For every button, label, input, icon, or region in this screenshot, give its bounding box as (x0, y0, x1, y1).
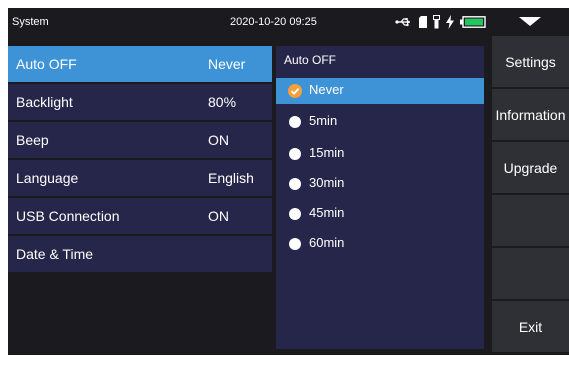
setting-label: Backlight (16, 94, 73, 110)
exit-button[interactable]: Exit (492, 301, 569, 352)
sd-card-icon (419, 16, 427, 28)
option-45min[interactable]: 45min (276, 201, 484, 227)
option-label: 15min (309, 145, 345, 160)
radio-icon (289, 148, 301, 160)
side-menu: Settings Information Upgrade Exit (492, 36, 569, 354)
radio-icon (289, 208, 301, 220)
chevron-down-icon (519, 17, 541, 26)
option-60min[interactable]: 60min (276, 231, 484, 257)
setting-value: English (208, 170, 254, 186)
menu-toggle-button[interactable] (491, 8, 569, 36)
settings-button[interactable]: Settings (492, 36, 569, 87)
screen-title: System (12, 16, 49, 28)
empty-menu-slot (492, 195, 569, 246)
setting-label: Auto OFF (16, 56, 77, 72)
radio-icon (289, 178, 301, 190)
usb-icon (395, 17, 413, 27)
setting-row-date-time[interactable]: Date & Time (8, 236, 272, 272)
option-label: 30min (309, 175, 345, 190)
setting-label: USB Connection (16, 208, 120, 224)
setting-label: Beep (16, 132, 49, 148)
setting-value: ON (208, 208, 229, 224)
setting-label: Date & Time (16, 246, 94, 262)
information-button[interactable]: Information (492, 89, 569, 140)
option-5min[interactable]: 5min (276, 109, 484, 135)
setting-row-language[interactable]: Language English (8, 160, 272, 196)
radio-icon (289, 238, 301, 250)
option-15min[interactable]: 15min (276, 141, 484, 167)
settings-list: Auto OFF Never Backlight 80% Beep ON Lan… (8, 46, 272, 274)
setting-value: 80% (208, 94, 237, 110)
status-bar: System 2020-10-20 09:25 (8, 8, 491, 36)
setting-row-auto-off[interactable]: Auto OFF Never (8, 46, 272, 82)
upgrade-button[interactable]: Upgrade (492, 142, 569, 193)
charging-icon (446, 15, 454, 29)
option-label: 60min (309, 235, 345, 250)
option-never[interactable]: Never (276, 78, 484, 104)
setting-value: Never (208, 56, 246, 72)
setting-value: ON (208, 132, 229, 148)
battery-icon (460, 16, 486, 28)
status-icons (395, 14, 486, 30)
setting-row-usb-connection[interactable]: USB Connection ON (8, 198, 272, 234)
empty-menu-slot (492, 248, 569, 299)
options-panel-title: Auto OFF (284, 53, 337, 67)
flashlight-icon (433, 15, 440, 29)
setting-label: Language (16, 170, 79, 186)
option-label: 5min (309, 113, 338, 128)
setting-row-beep[interactable]: Beep ON (8, 122, 272, 158)
option-30min[interactable]: 30min (276, 171, 484, 197)
status-datetime: 2020-10-20 09:25 (230, 16, 317, 28)
setting-row-backlight[interactable]: Backlight 80% (8, 84, 272, 120)
option-label: 45min (309, 205, 345, 220)
radio-icon (289, 116, 301, 128)
auto-off-options-panel: Auto OFF Never 5min 15min 30min 45min 60… (276, 46, 484, 349)
option-label: Never (309, 82, 344, 97)
checked-radio-icon (288, 84, 302, 98)
device-screen: System 2020-10-20 09:25 Auto OFF Never B… (8, 8, 569, 355)
